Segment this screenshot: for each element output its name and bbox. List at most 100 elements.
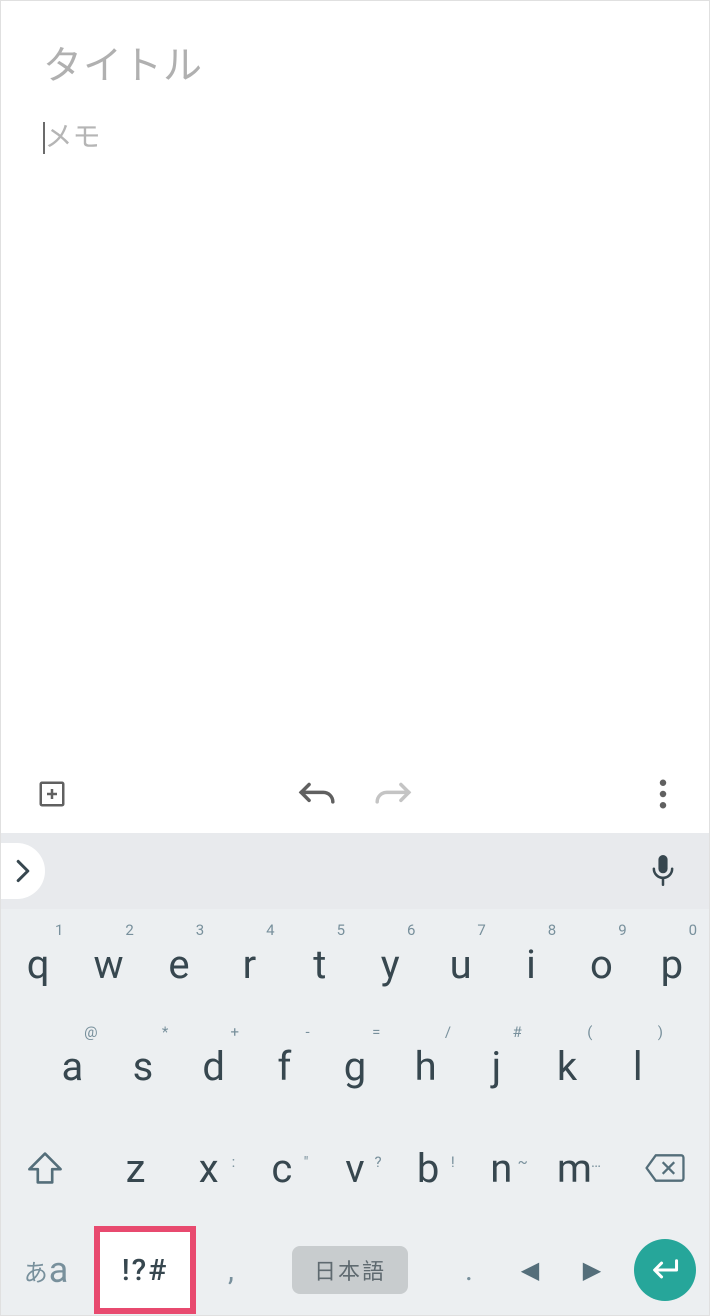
redo-button[interactable] xyxy=(374,779,412,809)
symbol-key[interactable]: !?# xyxy=(94,1226,196,1314)
key-e[interactable]: e3 xyxy=(144,913,214,1015)
key-main-label: z xyxy=(126,1145,146,1192)
key-k[interactable]: k( xyxy=(532,1015,603,1117)
key-h[interactable]: h/ xyxy=(390,1015,461,1117)
key-main-label: u xyxy=(450,941,472,988)
key-t[interactable]: t5 xyxy=(285,913,355,1015)
key-main-label: w xyxy=(94,941,124,988)
key-main-label: t xyxy=(313,941,326,988)
keyboard-row-4: あa !?# , 日本語 . ◀ ▶ xyxy=(1,1219,709,1316)
key-main-label: p xyxy=(661,941,683,988)
key-a[interactable]: a@ xyxy=(37,1015,108,1117)
key-hint-label: * xyxy=(162,1023,168,1041)
title-input[interactable]: タイトル xyxy=(43,35,667,91)
key-main-label: c xyxy=(271,1145,292,1192)
key-main-label: f xyxy=(277,1043,291,1090)
key-r[interactable]: r4 xyxy=(214,913,284,1015)
key-f[interactable]: f- xyxy=(249,1015,320,1117)
shift-icon xyxy=(27,1151,63,1185)
key-hint-label: ( xyxy=(587,1023,592,1041)
body-placeholder: メモ xyxy=(45,120,101,153)
key-l[interactable]: l) xyxy=(602,1015,673,1117)
shift-key[interactable] xyxy=(3,1151,87,1185)
note-editor: タイトル メモ xyxy=(1,1,709,155)
key-u[interactable]: u7 xyxy=(425,913,495,1015)
key-hint-label: ! xyxy=(451,1153,455,1171)
key-hint-label: ? xyxy=(374,1153,381,1171)
chevron-right-icon xyxy=(15,859,31,883)
add-button[interactable] xyxy=(37,779,67,809)
key-hint-label: … xyxy=(591,1153,601,1171)
space-label: 日本語 xyxy=(292,1246,408,1294)
voice-input-button[interactable] xyxy=(651,855,675,887)
key-b[interactable]: b! xyxy=(392,1145,465,1192)
key-x[interactable]: x: xyxy=(172,1145,245,1192)
comma-key[interactable]: , xyxy=(201,1219,261,1316)
key-y[interactable]: y6 xyxy=(355,913,425,1015)
key-hint-label: 3 xyxy=(196,921,204,939)
key-g[interactable]: g= xyxy=(320,1015,391,1117)
key-c[interactable]: c" xyxy=(245,1145,318,1192)
undo-icon xyxy=(298,779,336,809)
key-hint-label: / xyxy=(445,1023,451,1041)
expand-suggestions-button[interactable] xyxy=(1,843,45,899)
key-hint-label: ) xyxy=(658,1023,663,1041)
more-button[interactable] xyxy=(659,779,667,809)
backspace-key[interactable] xyxy=(623,1153,707,1183)
key-z[interactable]: z xyxy=(99,1145,172,1192)
key-hint-label: 6 xyxy=(407,921,415,939)
cursor-left-key[interactable]: ◀ xyxy=(499,1219,561,1316)
keyboard-row-2: a@s*d+f-g=h/j#k(l) xyxy=(1,1015,709,1117)
key-hint-label: ~ xyxy=(518,1153,528,1171)
key-main-label: m xyxy=(557,1145,592,1192)
period-key[interactable]: . xyxy=(439,1219,499,1316)
key-d[interactable]: d+ xyxy=(178,1015,249,1117)
key-hint-label: + xyxy=(230,1023,239,1041)
key-main-label: o xyxy=(590,941,613,988)
key-hint-label: 4 xyxy=(266,921,274,939)
key-main-label: l xyxy=(633,1043,643,1090)
lang-eng-glyph: a xyxy=(49,1249,69,1291)
key-hint-label: # xyxy=(512,1023,521,1041)
key-hint-label: = xyxy=(372,1023,380,1041)
key-m[interactable]: m… xyxy=(538,1145,611,1192)
key-main-label: y xyxy=(381,941,400,988)
backspace-icon xyxy=(644,1153,686,1183)
enter-key[interactable] xyxy=(623,1219,707,1316)
key-hint-label: @ xyxy=(84,1023,97,1041)
space-key[interactable]: 日本語 xyxy=(261,1219,439,1316)
undo-button[interactable] xyxy=(298,779,336,809)
note-toolbar xyxy=(1,754,709,834)
key-i[interactable]: i8 xyxy=(496,913,566,1015)
key-hint-label: 7 xyxy=(477,921,485,939)
key-main-label: i xyxy=(526,941,536,988)
key-w[interactable]: w2 xyxy=(73,913,143,1015)
add-box-icon xyxy=(37,779,67,809)
key-hint-label: - xyxy=(306,1023,310,1041)
key-hint-label: : xyxy=(232,1153,236,1171)
keyboard: q1w2e3r4t5y6u7i8o9p0 a@s*d+f-g=h/j#k(l) … xyxy=(1,909,709,1315)
key-v[interactable]: v? xyxy=(318,1145,391,1192)
language-switch-key[interactable]: あa xyxy=(3,1219,89,1316)
key-n[interactable]: n~ xyxy=(465,1145,538,1192)
enter-icon xyxy=(650,1258,680,1282)
mic-icon xyxy=(651,855,675,887)
key-main-label: j xyxy=(492,1043,502,1090)
key-main-label: x xyxy=(199,1145,219,1192)
body-input[interactable]: メモ xyxy=(43,115,667,155)
key-main-label: n xyxy=(490,1145,512,1192)
key-main-label: k xyxy=(557,1043,577,1090)
key-s[interactable]: s* xyxy=(108,1015,179,1117)
key-main-label: q xyxy=(27,941,50,988)
redo-icon xyxy=(374,779,412,809)
key-o[interactable]: o9 xyxy=(566,913,636,1015)
key-hint-label: 0 xyxy=(689,921,697,939)
cursor-right-key[interactable]: ▶ xyxy=(561,1219,623,1316)
key-j[interactable]: j# xyxy=(461,1015,532,1117)
key-p[interactable]: p0 xyxy=(637,913,707,1015)
key-q[interactable]: q1 xyxy=(3,913,73,1015)
key-hint-label: 5 xyxy=(337,921,345,939)
key-main-label: g xyxy=(344,1043,366,1090)
text-cursor xyxy=(43,122,45,154)
key-hint-label: 1 xyxy=(55,921,63,939)
